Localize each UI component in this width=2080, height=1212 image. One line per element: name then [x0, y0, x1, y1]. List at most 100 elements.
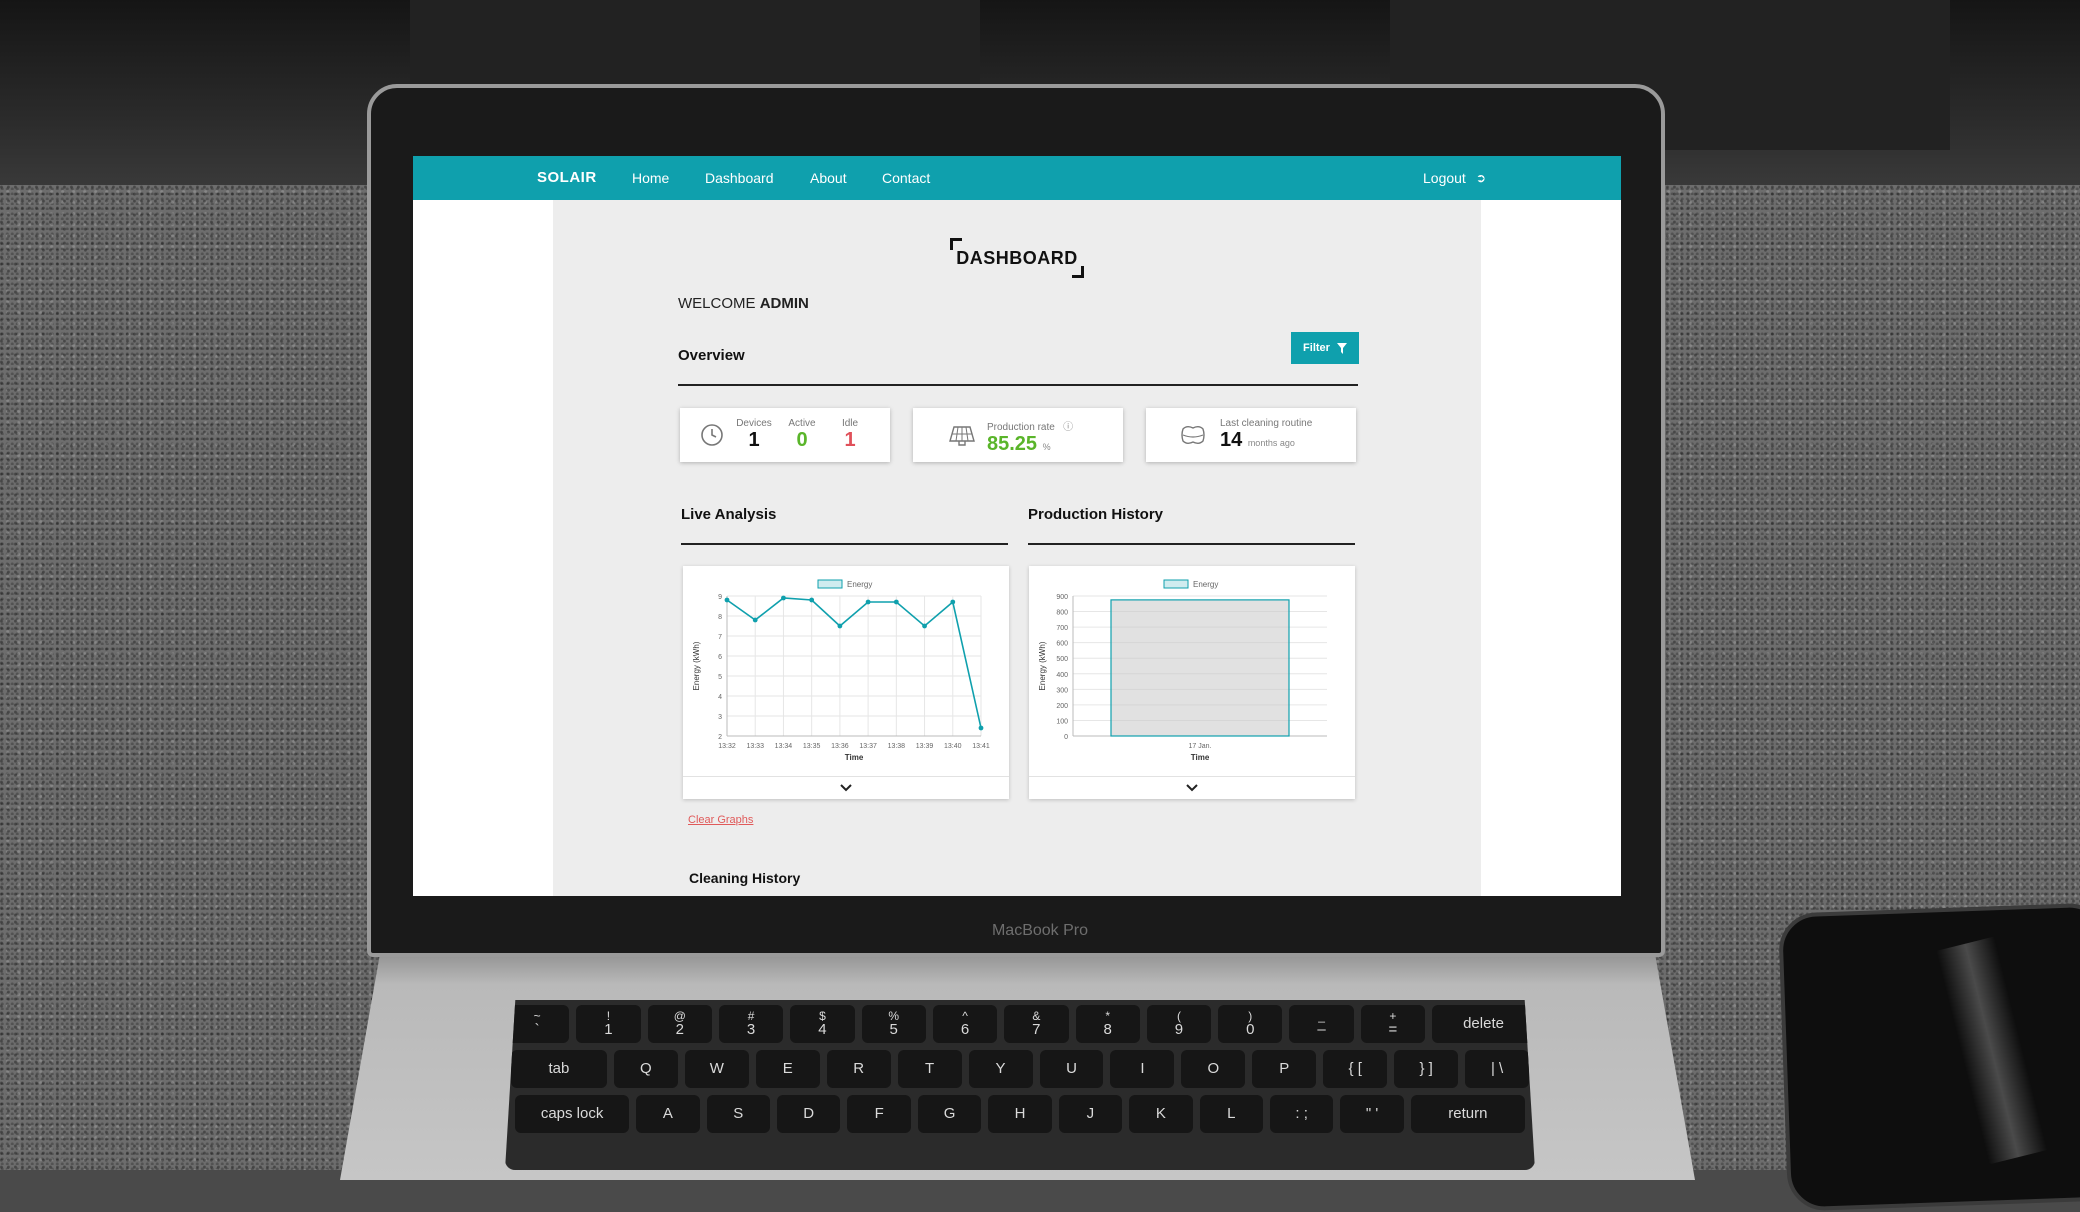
legend-label: Energy	[847, 580, 872, 589]
key: K	[1129, 1095, 1193, 1133]
y-tick-label: 4	[718, 694, 722, 701]
production-rate-label-row: Production rate ⓘ	[987, 418, 1073, 433]
y-tick-label: 2	[718, 734, 722, 741]
page-title: DASHBOARD	[553, 248, 1481, 269]
clear-graphs-link[interactable]: Clear Graphs	[688, 814, 753, 826]
cleaning-history-title: Cleaning History	[689, 870, 801, 886]
keyboard-row-qwerty: tab Q W E R T Y U I O P{ [} ] | \	[505, 1050, 1535, 1088]
active-label: Active	[788, 418, 816, 429]
key: P	[1252, 1050, 1317, 1088]
key: tab	[511, 1050, 607, 1088]
production-rate-stat: Production rate ⓘ 85.25 %	[987, 418, 1073, 456]
key: ^ 6	[932, 1005, 998, 1043]
filter-button[interactable]: Filter	[1291, 332, 1359, 364]
expand-chart-button[interactable]	[1029, 776, 1355, 799]
key: caps lock	[515, 1095, 630, 1133]
filter-icon	[1336, 342, 1347, 354]
production-history-chart: Energy 0 100 200 300 400 500 600 700 800 900 17 Jan…	[1038, 579, 1327, 762]
x-tick-label: 13:39	[916, 743, 934, 750]
key: } ]	[1394, 1050, 1459, 1088]
x-tick-label: 13:33	[746, 743, 764, 750]
bar	[1110, 599, 1290, 737]
data-point	[724, 597, 730, 603]
expand-chart-button[interactable]	[683, 776, 1009, 799]
dashboard-page: DASHBOARD WELCOME ADMIN Overview Filter …	[553, 200, 1481, 896]
last-cleaning-card: Last cleaning routine 14 months ago	[1146, 408, 1356, 462]
live-analysis-title: Live Analysis	[681, 506, 777, 523]
key: R	[826, 1050, 891, 1088]
overview-divider	[678, 384, 1358, 386]
navbar: SOLAIR Home Dashboard About Contact Logo…	[413, 156, 1621, 200]
nav-link-home[interactable]: Home	[632, 170, 669, 186]
last-cleaning-row: 14 months ago	[1220, 429, 1312, 452]
production-rate-value: 85.25	[987, 433, 1038, 455]
live-analysis-chart-card: Energy 2 3 4 5 6 7 8 9 13:32 13:33 13:34 13:35 13:36 1…	[683, 566, 1009, 799]
y-tick-label: 0	[1064, 734, 1068, 741]
key: L	[1199, 1095, 1263, 1133]
data-point	[893, 599, 899, 605]
data-point	[922, 623, 927, 629]
key: U	[1039, 1050, 1104, 1088]
nav-link-about[interactable]: About	[810, 170, 847, 186]
key: $4	[790, 1005, 855, 1043]
laptop-screen: SOLAIR Home Dashboard About Contact Logo…	[413, 156, 1621, 896]
key: % 5	[861, 1005, 926, 1043]
logout-icon: ➲	[1475, 171, 1486, 185]
production-rate-label: Production rate	[987, 422, 1055, 433]
chevron-down-icon	[840, 784, 852, 792]
clock-icon	[701, 424, 723, 446]
phone-glare	[1936, 936, 2048, 1165]
sponge-icon	[1181, 426, 1205, 444]
info-icon[interactable]: ⓘ	[1063, 422, 1073, 433]
x-tick-label: 13:32	[718, 743, 736, 750]
keyboard-row-home: caps lock A S D F G H J K L: ; " ' return	[505, 1095, 1535, 1133]
data-point	[837, 623, 843, 629]
welcome-user: ADMIN	[759, 295, 809, 312]
production-rate-card: Production rate ⓘ 85.25 %	[913, 408, 1123, 462]
y-tick-label: 6	[718, 654, 722, 661]
page-title-text: DASHBOARD	[952, 244, 1082, 272]
key: W	[684, 1050, 749, 1088]
data-point	[809, 597, 815, 603]
nav-link-dashboard[interactable]: Dashboard	[705, 170, 774, 186]
y-axis-title: Energy (kWh)	[1038, 641, 1047, 690]
y-tick-label: 100	[1056, 718, 1068, 725]
production-history-chart-card: Energy 0 100 200 300 400 500 600 700 800 900 17 Jan…	[1029, 566, 1355, 799]
production-history-divider	[1028, 543, 1355, 545]
data-point	[978, 725, 984, 731]
y-tick-label: 700	[1056, 625, 1068, 632]
key: F	[847, 1095, 911, 1133]
y-tick-label: 5	[718, 674, 722, 681]
solar-panel-icon	[949, 426, 975, 446]
y-tick-label: 600	[1056, 641, 1068, 648]
active-stat: Active 0	[782, 418, 822, 452]
key: O	[1181, 1050, 1246, 1088]
y-tick-label: 500	[1056, 656, 1068, 663]
logout-label: Logout	[1423, 170, 1466, 186]
x-tick-label: 13:34	[775, 743, 793, 750]
logout-button[interactable]: Logout ➲	[1423, 170, 1486, 186]
key: A	[636, 1095, 700, 1133]
keyboard-row-numbers: ~ `! 1 @2 #3 $4% 5 ^ 6 & 7 * 8(9) 0 _ – + = delete	[505, 1005, 1535, 1043]
brand-logo[interactable]: SOLAIR	[537, 169, 597, 186]
idle-stat: Idle 1	[830, 418, 870, 452]
last-cleaning-label: Last cleaning routine	[1220, 418, 1313, 429]
x-tick-label: 13:38	[888, 743, 906, 750]
key: _ –	[1289, 1005, 1354, 1043]
data-point	[781, 595, 786, 601]
filter-label: Filter	[1303, 342, 1330, 354]
series-line	[726, 597, 982, 729]
key: Y	[968, 1050, 1033, 1088]
key: H	[988, 1095, 1052, 1133]
key: G	[917, 1095, 982, 1133]
x-axis-title: Time	[1191, 753, 1210, 762]
live-analysis-divider	[681, 543, 1008, 545]
key: + =	[1360, 1005, 1426, 1043]
nav-link-contact[interactable]: Contact	[882, 170, 930, 186]
x-tick-label: 13:35	[803, 743, 821, 750]
active-value: 0	[796, 429, 808, 451]
key: ) 0	[1218, 1005, 1283, 1043]
x-axis-title: Time	[845, 753, 864, 762]
devices-card: Devices 1 Active 0 Idle 1	[680, 408, 890, 462]
y-tick-label: 800	[1056, 610, 1068, 617]
